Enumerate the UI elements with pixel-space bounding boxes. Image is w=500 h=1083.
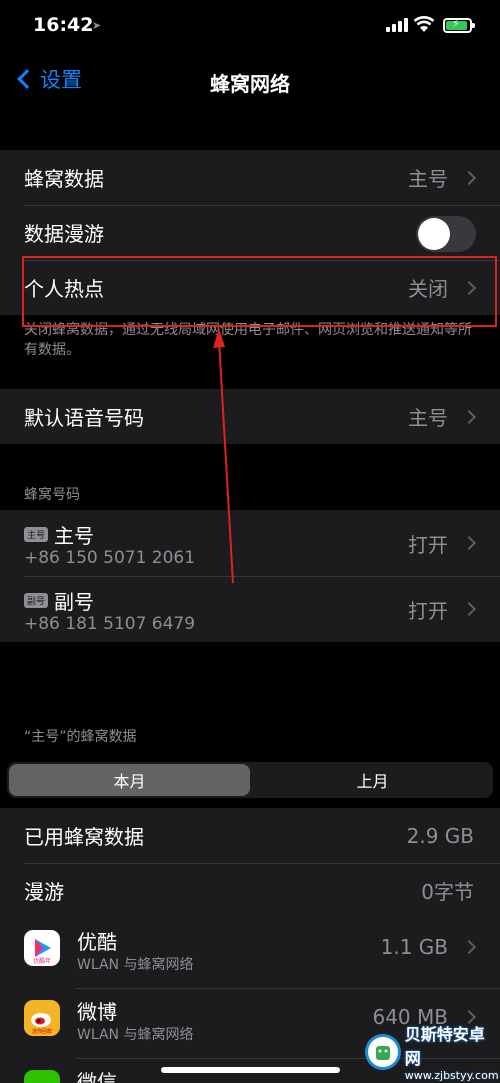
battery-charging-icon: ⚡ bbox=[443, 17, 475, 33]
cellular-signal-icon bbox=[386, 18, 408, 32]
sim-name: 主号 bbox=[54, 524, 95, 548]
status-bar: 16:42 ➤ ⚡ bbox=[0, 0, 500, 54]
row-value: 0字节 bbox=[421, 880, 474, 904]
usage-group: 已用蜂窝数据 2.9 GB 漫游 0字节 bbox=[0, 808, 500, 918]
segment-current-period[interactable]: 本月 bbox=[9, 764, 250, 796]
youku-icon: 优酷年 bbox=[24, 930, 60, 966]
weibo-icon: 送你回款 bbox=[24, 1000, 60, 1036]
app-network-setting: WLAN 与蜂窝网络 bbox=[77, 957, 194, 973]
watermark-title: 贝斯特安卓网 bbox=[404, 1025, 485, 1068]
row-label: 已用蜂窝数据 bbox=[24, 825, 144, 849]
cellular-data-row[interactable]: 蜂窝数据 主号 bbox=[0, 150, 500, 205]
sim-status: 打开 bbox=[408, 532, 448, 557]
app-name: 微信 bbox=[77, 1070, 117, 1083]
home-indicator bbox=[161, 1067, 340, 1073]
row-label: 默认语音号码 bbox=[24, 406, 144, 430]
toggle-knob bbox=[418, 218, 450, 250]
nav-bar: 设置 蜂窝网络 bbox=[0, 54, 500, 106]
data-roaming-row: 数据漫游 bbox=[0, 205, 500, 260]
row-label: 漫游 bbox=[24, 880, 64, 904]
sim-name: 副号 bbox=[54, 590, 95, 614]
sim-line-row[interactable]: 主号 主号 +86 150 5071 2061 打开 bbox=[0, 510, 500, 576]
wifi-icon bbox=[413, 16, 435, 32]
period-segmented-control: 本月 上月 bbox=[7, 762, 493, 798]
row-label: 蜂窝数据 bbox=[24, 167, 104, 191]
annotation-highlight-box bbox=[22, 256, 497, 327]
app-icon-caption: 优酷年 bbox=[32, 958, 51, 965]
app-usage: 1.1 GB bbox=[380, 935, 448, 959]
site-watermark: 贝斯特安卓网 www.zjbstyy.com bbox=[365, 1020, 500, 1083]
row-value: 2.9 GB bbox=[406, 823, 474, 848]
used-data-row: 已用蜂窝数据 2.9 GB bbox=[0, 808, 500, 863]
usage-section-header: “主号”的蜂窝数据 bbox=[24, 729, 137, 745]
watermark-url: www.zjbstyy.com bbox=[404, 1069, 499, 1082]
segment-previous-period[interactable]: 上月 bbox=[252, 762, 493, 798]
watermark-logo-icon bbox=[365, 1033, 401, 1070]
chevron-right-icon bbox=[461, 409, 477, 424]
sim-badge: 主号 bbox=[24, 527, 49, 542]
chevron-right-icon bbox=[461, 170, 477, 185]
sim-section-header: 蜂窝号码 bbox=[24, 487, 80, 503]
status-time: 16:42 bbox=[33, 14, 94, 36]
voice-line-group: 默认语音号码 主号 bbox=[0, 389, 500, 444]
row-value: 主号 bbox=[408, 406, 448, 430]
location-arrow-icon: ➤ bbox=[92, 19, 102, 32]
wechat-icon bbox=[24, 1070, 60, 1083]
sim-lines-group: 主号 主号 +86 150 5071 2061 打开 副号 副号 +86 181… bbox=[0, 510, 500, 642]
sim-phone-number: +86 150 5071 2061 bbox=[24, 548, 196, 568]
app-row-youku[interactable]: 优酷年 优酷 WLAN 与蜂窝网络 1.1 GB bbox=[0, 918, 500, 988]
chevron-right-icon bbox=[461, 939, 477, 955]
row-label: 数据漫游 bbox=[24, 222, 104, 246]
chevron-right-icon bbox=[461, 535, 477, 551]
sim-status: 打开 bbox=[408, 598, 448, 623]
row-value: 主号 bbox=[408, 167, 448, 191]
app-name: 优酷 bbox=[77, 930, 117, 954]
default-voice-line-row[interactable]: 默认语音号码 主号 bbox=[0, 389, 500, 444]
app-icon-caption: 送你回款 bbox=[31, 1029, 52, 1035]
roaming-usage-row: 漫游 0字节 bbox=[0, 863, 500, 918]
sim-line-row[interactable]: 副号 副号 +86 181 5107 6479 打开 bbox=[0, 576, 500, 642]
chevron-right-icon bbox=[461, 601, 477, 617]
sim-phone-number: +86 181 5107 6479 bbox=[24, 614, 196, 634]
app-network-setting: WLAN 与蜂窝网络 bbox=[77, 1027, 194, 1043]
page-title: 蜂窝网络 bbox=[210, 72, 290, 96]
data-roaming-toggle[interactable] bbox=[416, 216, 476, 252]
sim-badge: 副号 bbox=[24, 593, 49, 608]
app-name: 微博 bbox=[77, 1000, 117, 1024]
